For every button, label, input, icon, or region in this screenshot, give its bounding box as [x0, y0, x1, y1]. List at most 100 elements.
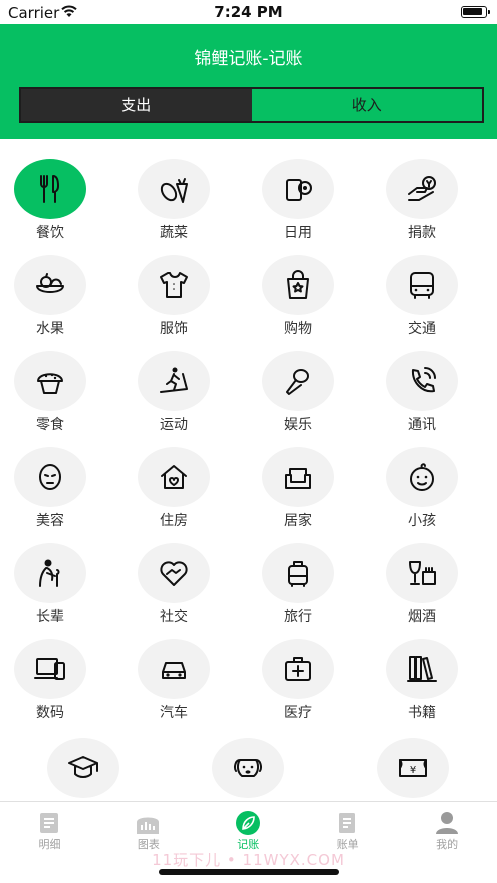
- category-item[interactable]: 居家: [248, 447, 348, 543]
- category-item[interactable]: 服饰: [124, 255, 224, 351]
- category-icon-circle: [14, 159, 86, 219]
- category-item[interactable]: 美容: [0, 447, 100, 543]
- microphone-icon: [286, 369, 309, 395]
- graduation-cap-icon: [68, 756, 98, 778]
- tab-item[interactable]: 图表: [99, 806, 198, 854]
- category-item[interactable]: 医疗: [248, 639, 348, 735]
- category-item[interactable]: 购物: [248, 255, 348, 351]
- category-icon-circle: [14, 351, 86, 411]
- category-icon-circle: [386, 447, 458, 507]
- face-mask-icon: [39, 464, 61, 490]
- category-item[interactable]: 小孩: [372, 447, 472, 543]
- books-icon: [407, 656, 437, 682]
- category-icon-circle: [262, 159, 334, 219]
- shopping-bag-icon: [287, 270, 309, 299]
- category-label: 运动: [160, 417, 188, 433]
- handshake-heart-icon: [160, 561, 188, 586]
- category-item[interactable]: 住房: [124, 447, 224, 543]
- category-label: 购物: [284, 321, 312, 337]
- bill-icon: [334, 810, 360, 836]
- elder-icon: [39, 559, 60, 587]
- category-icon-circle: [14, 639, 86, 699]
- baby-icon: [410, 463, 434, 491]
- tab-item[interactable]: 账单: [298, 806, 397, 854]
- category-item[interactable]: 日用: [248, 159, 348, 255]
- chart-icon: [135, 810, 161, 836]
- category-icon-circle: [386, 351, 458, 411]
- category-item[interactable]: 餐饮: [0, 159, 100, 255]
- app-header: 锦鲤记账-记账 支出 收入: [0, 24, 497, 139]
- fruit-icon: [36, 273, 64, 293]
- tab-item[interactable]: 记账: [199, 806, 298, 854]
- wine-cigarette-icon: [409, 561, 436, 585]
- treadmill-icon: [160, 367, 188, 393]
- category-label: 蔬菜: [160, 225, 188, 241]
- category-icon-circle: [262, 639, 334, 699]
- category-icon-circle: [138, 159, 210, 219]
- muffin-icon: [37, 373, 63, 394]
- category-item[interactable]: 水果: [0, 255, 100, 351]
- category-icon-circle: [262, 447, 334, 507]
- category-label: 娱乐: [284, 417, 312, 433]
- tab-income[interactable]: 收入: [251, 89, 482, 121]
- category-icon-circle: ¥: [377, 738, 449, 798]
- category-icon-circle: [138, 543, 210, 603]
- category-icon-circle: [262, 543, 334, 603]
- category-item[interactable]: 宠物: [198, 738, 298, 802]
- category-item[interactable]: 蔬菜: [124, 159, 224, 255]
- category-item[interactable]: 旅行: [248, 543, 348, 639]
- category-item[interactable]: 通讯: [372, 351, 472, 447]
- category-label: 居家: [284, 513, 312, 529]
- dog-icon: [234, 759, 262, 777]
- category-label: 书籍: [408, 705, 436, 721]
- devices-icon: [34, 658, 65, 680]
- category-item[interactable]: ¥礼金: [363, 738, 463, 802]
- tab-item[interactable]: 明细: [0, 806, 99, 854]
- house-icon: [161, 465, 187, 489]
- donation-icon: [408, 176, 436, 201]
- category-item[interactable]: 运动: [124, 351, 224, 447]
- category-label: 水果: [36, 321, 64, 337]
- utensils-icon: [40, 175, 59, 203]
- tab-item[interactable]: 我的: [398, 806, 497, 854]
- category-label: 小孩: [408, 513, 436, 529]
- category-item[interactable]: 社交: [124, 543, 224, 639]
- category-icon-circle: [138, 447, 210, 507]
- tab-expense[interactable]: 支出: [21, 89, 252, 121]
- category-icon-circle: [14, 543, 86, 603]
- category-icon-circle: [138, 639, 210, 699]
- category-icon-circle: [138, 255, 210, 315]
- category-item[interactable]: 捐款: [372, 159, 472, 255]
- category-item[interactable]: 娱乐: [248, 351, 348, 447]
- category-item[interactable]: 长辈: [0, 543, 100, 639]
- category-label: 餐饮: [36, 225, 64, 241]
- category-label: 社交: [160, 609, 188, 625]
- category-item[interactable]: 学习: [33, 738, 133, 802]
- category-label: 服饰: [160, 321, 188, 337]
- category-grid: 餐饮 蔬菜 日用 捐款水果 服饰 购物 交通零食 运动 娱乐 通讯美容 住房 居家 小孩长辈 社交 旅行 烟酒…: [0, 139, 497, 802]
- category-item[interactable]: 书籍: [372, 639, 472, 735]
- category-label: 日用: [284, 225, 312, 241]
- category-item[interactable]: 汽车: [124, 639, 224, 735]
- vegetables-icon: [160, 178, 188, 203]
- category-icon-circle: [138, 351, 210, 411]
- shirt-icon: [160, 272, 188, 298]
- category-label: 旅行: [284, 609, 312, 625]
- category-icon-circle: [386, 639, 458, 699]
- category-item[interactable]: 烟酒: [372, 543, 472, 639]
- category-icon-circle: [262, 351, 334, 411]
- battery-icon: [461, 6, 490, 18]
- category-item[interactable]: 交通: [372, 255, 472, 351]
- category-icon-circle: [386, 255, 458, 315]
- medical-kit-icon: [285, 657, 311, 681]
- category-label: 美容: [36, 513, 64, 529]
- status-bar: Carrier 7:24 PM: [0, 0, 497, 24]
- category-label: 交通: [408, 321, 436, 337]
- category-label: 汽车: [160, 705, 188, 721]
- category-item[interactable]: 零食: [0, 351, 100, 447]
- page-title: 锦鲤记账-记账: [194, 49, 303, 69]
- category-item[interactable]: 数码: [0, 639, 100, 735]
- category-label: 长辈: [36, 609, 64, 625]
- category-label: 通讯: [408, 417, 436, 433]
- category-label: 住房: [160, 513, 188, 529]
